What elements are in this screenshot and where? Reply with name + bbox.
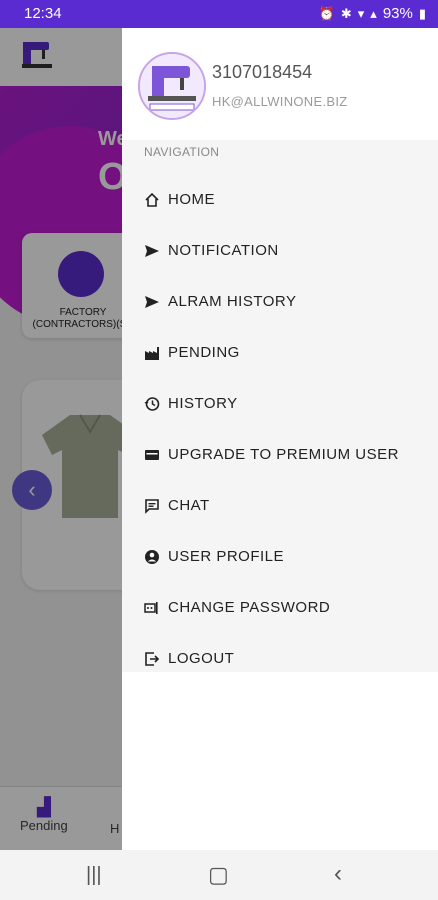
menu-item-user-profile[interactable]: USER PROFILE — [122, 531, 438, 582]
home-icon — [145, 192, 159, 207]
menu-item-pending[interactable]: PENDING — [122, 327, 438, 378]
avatar[interactable] — [138, 52, 206, 120]
battery-level: 93% — [382, 5, 413, 22]
menu-item-notification[interactable]: NOTIFICATION — [122, 225, 438, 276]
menu-item-alarm-history[interactable]: ALRAM HISTORY — [122, 276, 438, 327]
send-icon — [145, 296, 159, 308]
status-icons: ⏰ ✱ ▾ ▴ 93% ▮ — [319, 5, 426, 22]
menu-item-home[interactable]: HOME — [122, 174, 438, 225]
menu-item-logout[interactable]: LOGOUT — [122, 633, 438, 684]
status-bar: 12:34 ⏰ ✱ ▾ ▴ 93% ▮ — [0, 0, 438, 28]
battery-icon: ▮ — [418, 5, 426, 21]
status-time: 12:34 — [24, 5, 62, 22]
menu-item-change-password[interactable]: CHANGE PASSWORD — [122, 582, 438, 633]
menu-item-label: LOGOUT — [168, 650, 235, 667]
system-navigation-bar: ||| ▢ ‹ — [0, 850, 438, 900]
bluetooth-icon: ✱ — [340, 5, 352, 21]
wifi-icon: ▾ — [357, 5, 365, 21]
user-email: HK@ALLWINONE.BIZ — [212, 94, 348, 109]
menu-item-label: HOME — [168, 191, 215, 208]
menu-item-label: CHANGE PASSWORD — [168, 599, 331, 616]
home-button-icon[interactable]: ▢ — [208, 862, 229, 888]
menu-item-label: USER PROFILE — [168, 548, 285, 565]
factory-icon — [145, 347, 159, 360]
password-icon — [144, 602, 158, 614]
menu-item-label: PENDING — [168, 344, 240, 361]
logout-icon — [145, 652, 160, 666]
menu-item-label: HISTORY — [168, 395, 238, 412]
navigation-panel: NAVIGATION HOME NOTIFICATION ALRAM HISTO… — [122, 140, 438, 672]
signal-icon: ▴ — [370, 5, 377, 21]
send-icon — [145, 245, 159, 257]
menu-item-upgrade-premium[interactable]: UPGRADE TO PREMIUM USER — [122, 429, 438, 480]
account-icon — [145, 550, 159, 564]
navigation-drawer: 3107018454 HK@ALLWINONE.BIZ NAVIGATION H… — [122, 28, 438, 850]
card-icon — [145, 450, 159, 460]
chat-icon — [145, 499, 159, 514]
menu-item-chat[interactable]: CHAT — [122, 480, 438, 531]
history-icon — [144, 397, 160, 411]
menu-item-label: ALRAM HISTORY — [168, 293, 297, 310]
sewing-machine-logo-icon — [140, 54, 204, 118]
drawer-header: 3107018454 HK@ALLWINONE.BIZ — [122, 28, 438, 140]
alarm-icon: ⏰ — [318, 5, 335, 21]
back-icon[interactable]: ‹ — [334, 860, 342, 888]
menu-item-label: CHAT — [168, 497, 210, 514]
menu-item-label: UPGRADE TO PREMIUM USER — [168, 446, 399, 463]
menu-item-label: NOTIFICATION — [168, 242, 279, 259]
recent-apps-icon[interactable]: ||| — [86, 864, 102, 887]
navigation-section-label: NAVIGATION — [144, 145, 220, 159]
navigation-menu: HOME NOTIFICATION ALRAM HISTORY PENDING … — [122, 174, 438, 684]
user-phone: 3107018454 — [212, 62, 313, 82]
menu-item-history[interactable]: HISTORY — [122, 378, 438, 429]
